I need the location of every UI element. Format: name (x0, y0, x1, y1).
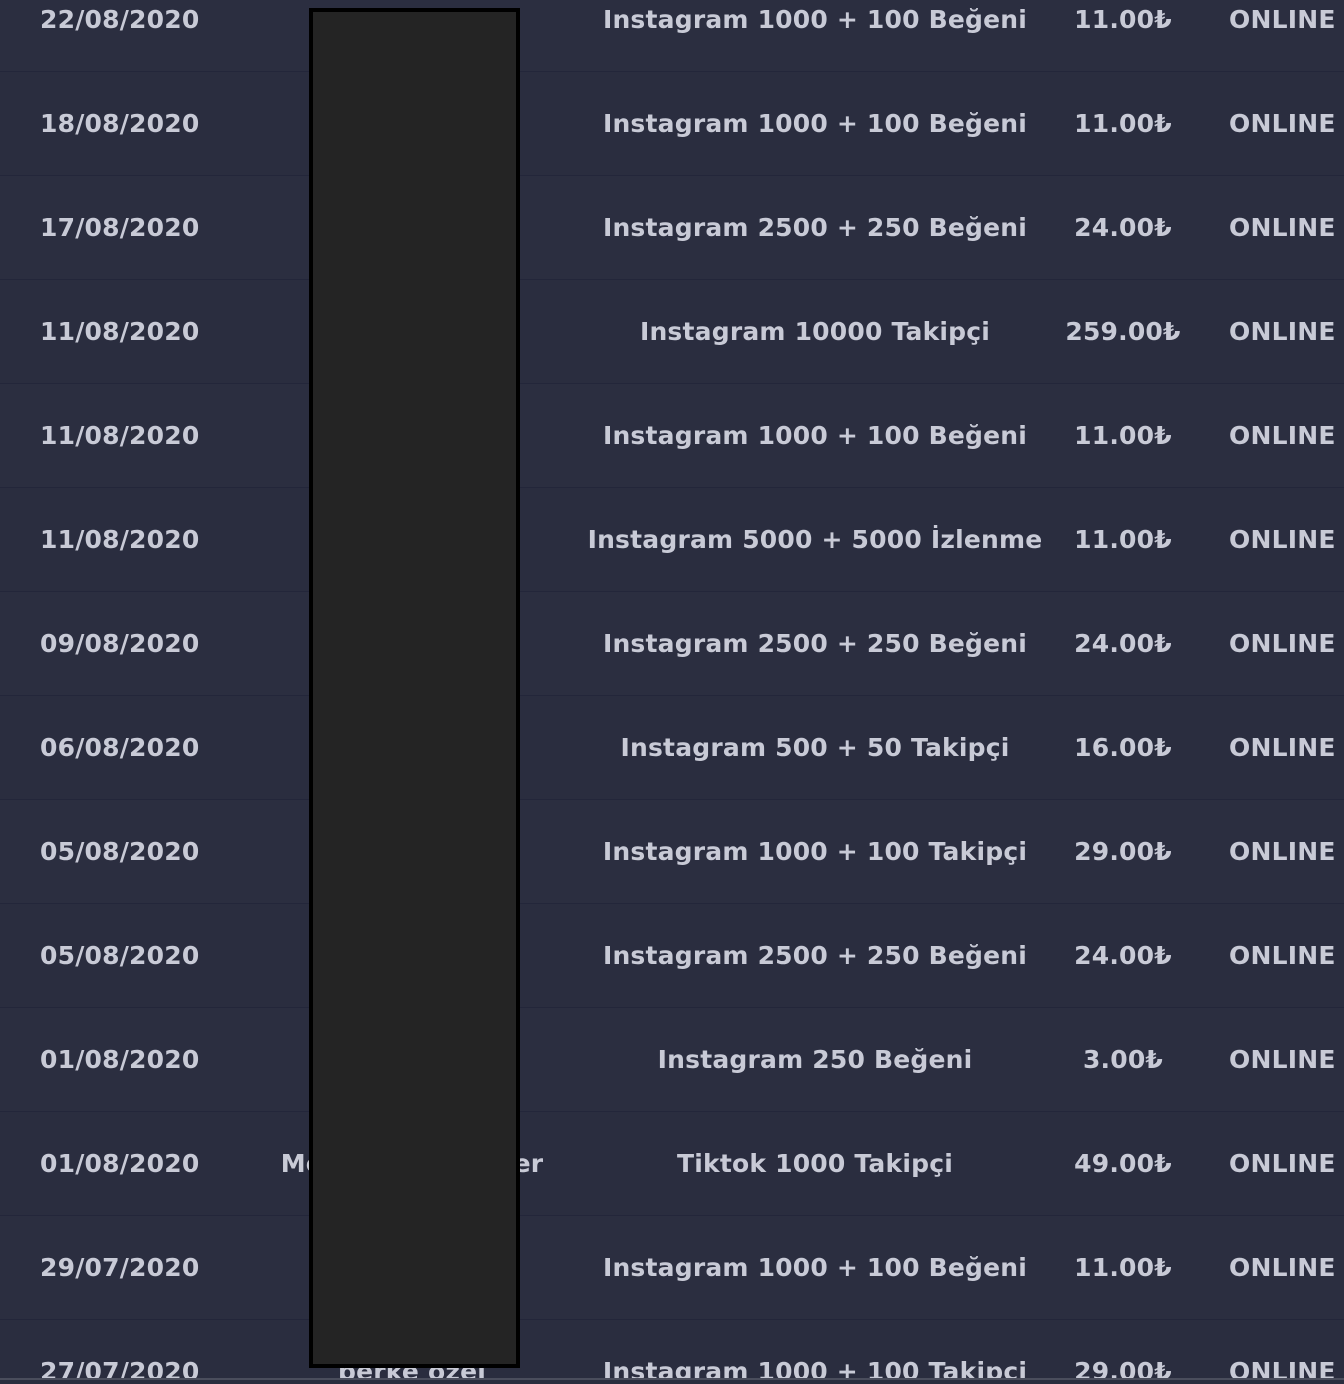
order-price: 24.00₺ (1074, 213, 1172, 242)
table-row[interactable]: 01/08/2020 Instagram 250 Beğeni 3.00₺ ON… (0, 1008, 1344, 1112)
order-service: Tiktok 1000 Takipçi (677, 1149, 953, 1178)
order-price: 24.00₺ (1074, 629, 1172, 658)
order-status: ONLINE (1229, 1253, 1336, 1282)
order-service: Instagram 500 + 50 Takipçi (620, 733, 1010, 762)
order-date: 01/08/2020 (40, 1149, 200, 1178)
order-date: 17/08/2020 (40, 213, 200, 242)
table-row[interactable]: 01/08/2020 Me rer Tiktok 1000 Takipçi 49… (0, 1112, 1344, 1216)
order-status: ONLINE (1229, 525, 1336, 554)
order-status: ONLINE (1229, 1045, 1336, 1074)
order-service: Instagram 1000 + 100 Takipçi (602, 837, 1028, 866)
table-row[interactable]: 05/08/2020 Instagram 1000 + 100 Takipçi … (0, 800, 1344, 904)
order-service: Instagram 1000 + 100 Beğeni (602, 5, 1028, 34)
order-date: 05/08/2020 (40, 837, 200, 866)
order-status: ONLINE (1229, 837, 1336, 866)
order-status: ONLINE (1229, 629, 1336, 658)
order-service: Instagram 2500 + 250 Beğeni (602, 941, 1028, 970)
order-status: ONLINE (1229, 5, 1336, 34)
order-status: ONLINE (1229, 733, 1336, 762)
order-status: ONLINE (1229, 213, 1336, 242)
order-price: 11.00₺ (1074, 109, 1172, 138)
order-date: 11/08/2020 (40, 421, 200, 450)
table-row[interactable]: 11/08/2020 Instagram 1000 + 100 Beğeni 1… (0, 384, 1344, 488)
order-service: Instagram 250 Beğeni (657, 1045, 973, 1074)
table-row[interactable]: 11/08/2020 Instagram 10000 Takipçi 259.0… (0, 280, 1344, 384)
order-price: 11.00₺ (1074, 421, 1172, 450)
order-status: ONLINE (1229, 109, 1336, 138)
order-status: ONLINE (1229, 317, 1336, 346)
order-price: 16.00₺ (1074, 733, 1172, 762)
order-price: 11.00₺ (1074, 5, 1172, 34)
table-row[interactable]: 06/08/2020 Instagram 500 + 50 Takipçi 16… (0, 696, 1344, 800)
order-date: 11/08/2020 (40, 525, 200, 554)
order-date: 11/08/2020 (40, 317, 200, 346)
table-row[interactable]: 17/08/2020 Instagram 2500 + 250 Beğeni 2… (0, 176, 1344, 280)
order-price: 11.00₺ (1074, 525, 1172, 554)
order-date: 06/08/2020 (40, 733, 200, 762)
table-row[interactable]: 11/08/2020 Instagram 5000 + 5000 İzlenme… (0, 488, 1344, 592)
order-date: 01/08/2020 (40, 1045, 200, 1074)
order-date: 18/08/2020 (40, 109, 200, 138)
order-price: 29.00₺ (1074, 837, 1172, 866)
redaction-box (309, 8, 520, 1368)
order-date: 29/07/2020 (40, 1253, 200, 1282)
table-row[interactable]: 27/07/2020 berke özel Instagram 1000 + 1… (0, 1320, 1344, 1384)
order-status: ONLINE (1229, 941, 1336, 970)
table-row[interactable]: 09/08/2020 Instagram 2500 + 250 Beğeni 2… (0, 592, 1344, 696)
order-price: 3.00₺ (1082, 1045, 1164, 1074)
table-row[interactable]: 05/08/2020 Instagram 2500 + 250 Beğeni 2… (0, 904, 1344, 1008)
table-row[interactable]: 22/08/2020 Instagram 1000 + 100 Beğeni 1… (0, 0, 1344, 72)
table-row[interactable]: 18/08/2020 Instagram 1000 + 100 Beğeni 1… (0, 72, 1344, 176)
order-price: 11.00₺ (1074, 1253, 1172, 1282)
orders-table: 22/08/2020 Instagram 1000 + 100 Beğeni 1… (0, 0, 1344, 1384)
order-status: ONLINE (1229, 1357, 1336, 1384)
order-date: 27/07/2020 (40, 1357, 200, 1384)
order-service: Instagram 1000 + 100 Takipçi (602, 1357, 1028, 1384)
order-date: 22/08/2020 (40, 5, 200, 34)
order-price: 259.00₺ (1065, 317, 1181, 346)
order-service: Instagram 10000 Takipçi (639, 317, 991, 346)
order-date: 09/08/2020 (40, 629, 200, 658)
order-date: 05/08/2020 (40, 941, 200, 970)
order-service: Instagram 1000 + 100 Beğeni (602, 421, 1028, 450)
order-service: Instagram 1000 + 100 Beğeni (602, 109, 1028, 138)
table-row[interactable]: 29/07/2020 Instagram 1000 + 100 Beğeni 1… (0, 1216, 1344, 1320)
order-status: ONLINE (1229, 1149, 1336, 1178)
order-service: Instagram 1000 + 100 Beğeni (602, 1253, 1028, 1282)
order-price: 24.00₺ (1074, 941, 1172, 970)
order-service: Instagram 2500 + 250 Beğeni (602, 213, 1028, 242)
order-service: Instagram 5000 + 5000 İzlenme (587, 525, 1043, 554)
order-price: 29.00₺ (1074, 1357, 1172, 1384)
table-bottom-border (0, 1378, 1344, 1384)
order-price: 49.00₺ (1074, 1149, 1172, 1178)
order-service: Instagram 2500 + 250 Beğeni (602, 629, 1028, 658)
order-status: ONLINE (1229, 421, 1336, 450)
